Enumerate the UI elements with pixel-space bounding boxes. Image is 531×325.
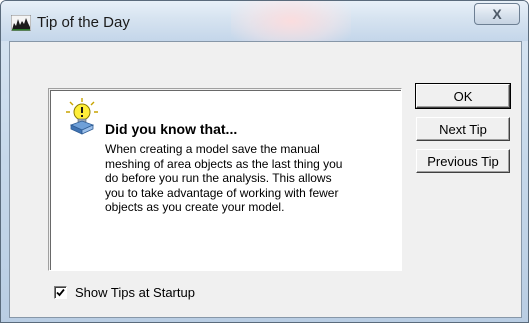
checkmark-icon <box>56 288 65 296</box>
window-title: Tip of the Day <box>37 14 130 31</box>
title-bar-glow <box>231 1 351 41</box>
previous-tip-button[interactable]: Previous Tip <box>416 149 510 173</box>
close-button[interactable]: X <box>474 3 520 25</box>
tip-of-the-day-dialog: Tip of the Day X Did you know that... Wh… <box>0 0 529 323</box>
tip-heading: Did you know that... <box>105 121 238 137</box>
show-tips-at-startup-label: Show Tips at Startup <box>75 284 195 300</box>
dialog-client-area: Did you know that... When creating a mod… <box>9 41 522 318</box>
ok-button[interactable]: OK <box>415 83 511 109</box>
lightbulb-icon <box>65 97 99 135</box>
show-tips-at-startup-checkbox[interactable] <box>54 285 67 299</box>
tip-panel: Did you know that... When creating a mod… <box>50 90 401 270</box>
tip-frame: Did you know that... When creating a mod… <box>48 88 402 271</box>
close-icon: X <box>492 6 502 22</box>
title-bar[interactable]: Tip of the Day X <box>1 1 528 41</box>
next-tip-button[interactable]: Next Tip <box>416 117 510 141</box>
show-tips-at-startup-row[interactable]: Show Tips at Startup <box>54 284 195 300</box>
app-chart-icon <box>10 14 32 32</box>
tip-body-text: When creating a model save the manual me… <box>105 142 343 214</box>
